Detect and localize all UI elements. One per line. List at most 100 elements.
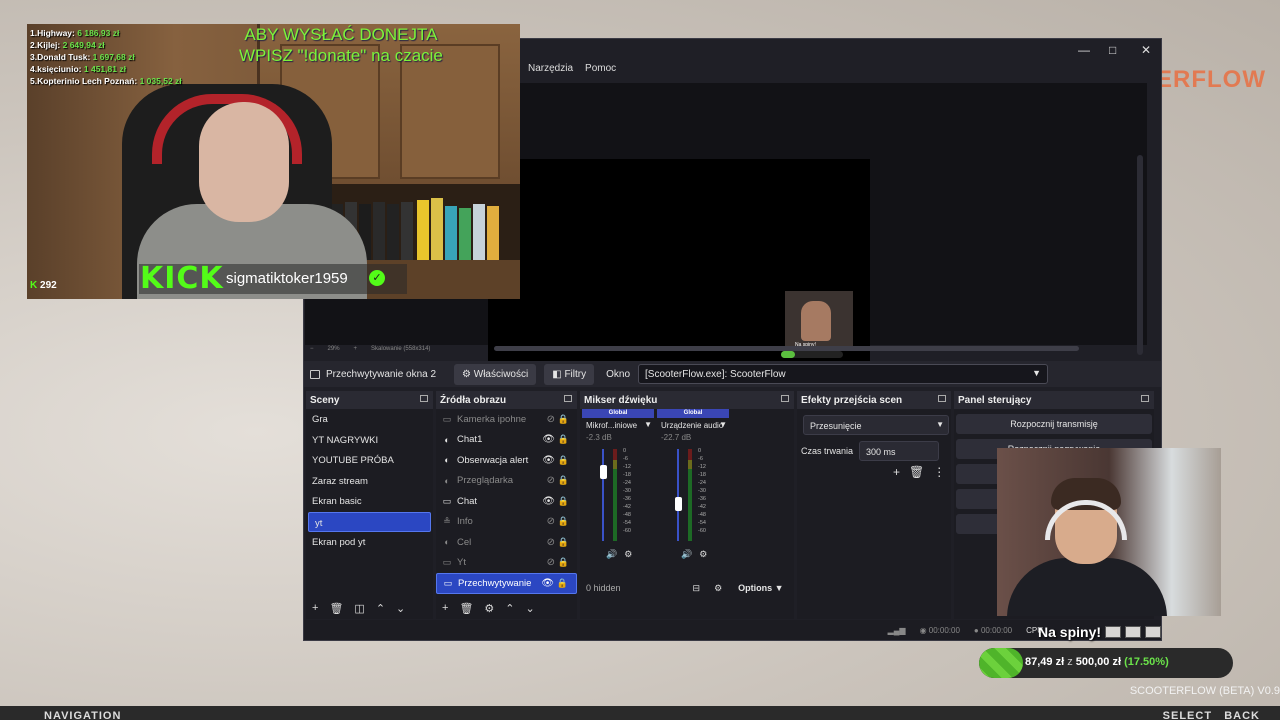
options-button[interactable]: Options ▼ [738, 583, 783, 593]
donor-name: 2.Kijlej: [30, 40, 61, 50]
menu-help[interactable]: Pomoc [585, 63, 616, 74]
lock-icon[interactable]: 🔒 [558, 516, 569, 527]
verified-icon: ✓ [369, 270, 385, 286]
move-up-icon[interactable]: ⌃ [376, 602, 385, 615]
undock-icon[interactable] [938, 395, 946, 402]
eye-slash-icon[interactable]: ⊘ [547, 557, 555, 568]
horizontal-scrollbar[interactable] [494, 346, 1079, 351]
undock-icon[interactable] [564, 395, 572, 402]
source-item[interactable]: ◐ Przeglądarka ⊘ 🔒 [436, 471, 577, 492]
move-up-icon[interactable]: ⌃ [505, 602, 514, 615]
undock-icon[interactable] [781, 395, 789, 402]
eye-slash-icon[interactable]: ⊘ [547, 475, 555, 486]
eye-slash-icon[interactable]: ⊘ [547, 414, 555, 425]
source-item[interactable]: ▭ Kamerka ipohne ⊘ 🔒 [436, 409, 577, 430]
filters-button[interactable]: ◧ Filtry [544, 363, 595, 385]
volume-knob[interactable] [600, 465, 607, 479]
source-item[interactable]: ≗ Info ⊘ 🔒 [436, 512, 577, 533]
gear-icon[interactable]: ⚙ [699, 549, 707, 560]
trash-icon[interactable]: 🗑 [329, 602, 343, 615]
move-down-icon[interactable]: ⌄ [526, 602, 535, 615]
source-item[interactable]: ▭ Yt ⊘ 🔒 [436, 553, 577, 574]
advanced-audio-icon[interactable]: ⚙ [714, 583, 722, 594]
window-select[interactable]: [ScooterFlow.exe]: ScooterFlow ▼ [638, 364, 1049, 384]
window-select-value: [ScooterFlow.exe]: ScooterFlow [645, 369, 786, 380]
properties-button[interactable]: ⚙ Właściwości [454, 363, 537, 385]
source-item[interactable]: ◐ Obserwacja alert 👁 🔒 [436, 450, 577, 471]
layout-icon[interactable]: ⊟ [693, 583, 701, 594]
add-icon[interactable]: + [312, 602, 318, 614]
trash-icon[interactable]: 🗑 [909, 465, 924, 479]
filters-label: Filtry [564, 368, 587, 380]
channel-name[interactable]: Urządzenie audio ▼ [657, 418, 729, 433]
lock-icon[interactable]: 🔒 [558, 537, 569, 548]
lock-icon[interactable]: 🔒 [558, 455, 569, 466]
eye-icon[interactable]: 👁 [542, 496, 555, 507]
channel-name[interactable]: Mikrof...iniowe ▼ [582, 418, 654, 433]
speaker-icon[interactable]: 🔊 [606, 549, 617, 560]
move-down-icon[interactable]: ⌄ [396, 602, 405, 615]
transition-select[interactable]: Przesunięcie ▼ [803, 415, 949, 435]
level-meter [688, 449, 692, 541]
eye-icon[interactable]: 👁 [542, 455, 555, 466]
duration-value: 300 ms [866, 447, 896, 457]
lock-icon[interactable]: 🔒 [558, 434, 569, 445]
donate-message-line2: WPISZ "!donate" na czacie [239, 46, 443, 65]
eye-icon[interactable]: 👁 [542, 434, 555, 445]
add-icon[interactable]: + [893, 465, 900, 479]
eye-icon[interactable]: 👁 [541, 578, 554, 589]
source-toolbar: Przechwytywanie okna 2 ⚙ Właściwości ◧ F… [304, 361, 1161, 387]
transition-select-value: Przesunięcie [810, 421, 862, 431]
trash-icon[interactable]: 🗑 [459, 602, 473, 615]
transitions-title: Efekty przejścia scen [801, 395, 903, 406]
eye-slash-icon[interactable]: ⊘ [547, 537, 555, 548]
source-item[interactable]: ◐ Cel ⊘ 🔒 [436, 532, 577, 553]
scene-item[interactable]: yt [308, 511, 431, 532]
minimize-button[interactable]: — [1078, 43, 1090, 57]
lock-icon[interactable]: 🔒 [557, 578, 568, 589]
vertical-scrollbar[interactable] [1137, 155, 1143, 355]
gear-icon[interactable]: ⚙ [624, 549, 632, 560]
scene-item[interactable]: Zaraz stream [306, 471, 433, 492]
lock-icon[interactable]: 🔒 [558, 496, 569, 507]
duration-label: Czas trwania [801, 446, 854, 456]
source-item[interactable]: ▭ Przechwytywanie 👁 🔒 [436, 573, 577, 594]
source-item[interactable]: ▭ Chat 👁 🔒 [436, 491, 577, 512]
zoom-in-button[interactable]: + [354, 346, 358, 352]
scene-item[interactable]: Ekran basic [306, 491, 433, 512]
scene-item[interactable]: YOUTUBE PRÓBA [306, 450, 433, 471]
emote-icon [1105, 626, 1122, 638]
duration-input[interactable]: 300 ms [859, 441, 940, 461]
volume-knob[interactable] [675, 497, 682, 512]
nav-hint: NAVIGATION [44, 710, 122, 720]
volume-slider[interactable] [677, 449, 679, 541]
donor-name: 3.Donald Tusk: [30, 52, 91, 62]
lock-icon[interactable]: 🔒 [558, 475, 569, 486]
undock-icon[interactable] [420, 395, 428, 402]
gear-icon[interactable]: ⚙ [484, 602, 494, 615]
mixer-channel-desktop: Global Urządzenie audio ▼ -22.7 dB 0 -6 -12… [657, 409, 729, 559]
scene-item[interactable]: Ekran pod yt [306, 532, 433, 553]
maximize-button[interactable]: □ [1109, 43, 1116, 57]
menu-tools[interactable]: Narzędzia [528, 63, 573, 74]
lock-icon[interactable]: 🔒 [558, 414, 569, 425]
add-icon[interactable]: + [442, 602, 448, 614]
more-icon[interactable]: ⋮ [933, 465, 945, 479]
donor-name: 4.księciunio: [30, 64, 82, 74]
mixer-body: Global Mikrof...iniowe ▼ -2.3 dB 0 -6 -12 -1… [580, 409, 794, 599]
close-button[interactable]: ✕ [1141, 43, 1151, 57]
filter-icon[interactable]: ◫ [354, 602, 364, 615]
zoom-out-button[interactable]: − [310, 346, 314, 352]
transition-actions: + 🗑 ⋮ [893, 465, 947, 479]
goal-title-text: Na spiny! [1038, 624, 1102, 640]
scene-item[interactable]: Gra [306, 409, 433, 430]
start-stream-button[interactable]: Rozpocznij transmisję [956, 414, 1152, 434]
lock-icon[interactable]: 🔒 [558, 557, 569, 568]
window-capture-icon [310, 369, 320, 379]
eye-slash-icon[interactable]: ⊘ [547, 516, 555, 527]
source-item[interactable]: ◐ Chat1 👁 🔒 [436, 430, 577, 451]
volume-slider[interactable] [602, 449, 604, 541]
scene-item[interactable]: YT NAGRYWKI [306, 430, 433, 451]
undock-icon[interactable] [1141, 395, 1149, 402]
speaker-icon[interactable]: 🔊 [681, 549, 692, 560]
